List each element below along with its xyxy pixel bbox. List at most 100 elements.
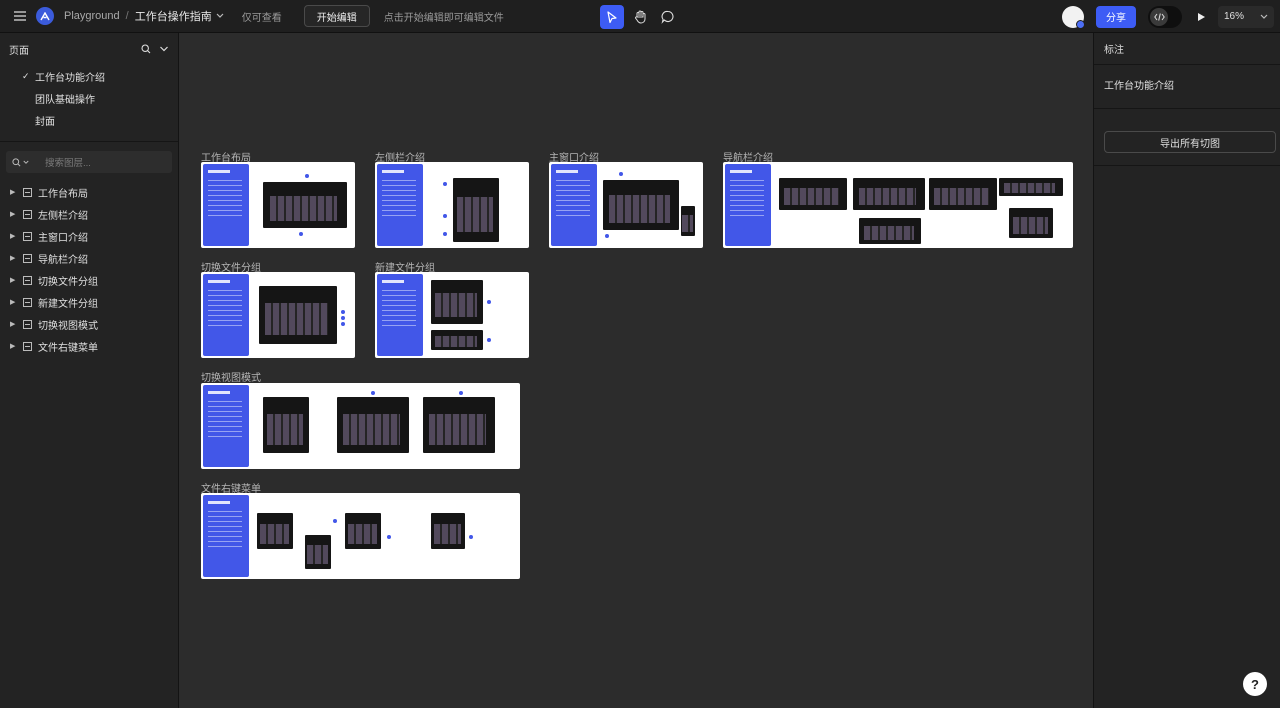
screenshot-thumbnail	[431, 280, 483, 324]
layer-label: 左侧栏介绍	[38, 210, 88, 222]
top-toolbar: Playground / 工作台操作指南 仅可查看 开始编辑 点击开始编辑即可编…	[0, 0, 1280, 33]
annotation-dot	[487, 300, 491, 304]
annotation-dot	[341, 316, 345, 320]
expand-caret-icon[interactable]: ▶	[10, 298, 18, 306]
frame-icon	[23, 187, 32, 197]
frame-icon	[23, 341, 32, 351]
frame-left-sidebar[interactable]	[375, 162, 529, 248]
frame-sidebar	[377, 274, 423, 356]
expand-caret-icon[interactable]: ▶	[10, 342, 18, 350]
layer-item[interactable]: ▶ 主窗口介绍	[0, 225, 178, 247]
annotation-dot	[443, 214, 447, 218]
layer-search-input[interactable]: 搜索图层...	[6, 151, 172, 173]
right-sidebar: 标注 工作台功能介绍 导出所有切图 ?	[1093, 33, 1280, 708]
hand-icon	[634, 10, 645, 24]
frame-context-menu[interactable]	[201, 493, 520, 579]
divider	[1094, 165, 1280, 166]
expand-caret-icon[interactable]: ▶	[10, 254, 18, 262]
page-item-workbench[interactable]: ✓ 工作台功能介绍	[0, 65, 178, 87]
frame-sidebar	[725, 164, 771, 246]
screenshot-thumbnail	[263, 397, 309, 453]
layer-search-placeholder: 搜索图层...	[45, 158, 91, 169]
screenshot-thumbnail	[431, 513, 465, 549]
document-title[interactable]: 工作台操作指南	[135, 8, 224, 24]
screenshot-thumbnail	[853, 178, 925, 210]
frame-workbench-layout[interactable]	[201, 162, 355, 248]
screenshot-thumbnail	[999, 178, 1063, 196]
chevron-down-icon	[1260, 14, 1268, 19]
dev-mode-toggle[interactable]	[1148, 5, 1182, 28]
frame-sidebar	[377, 164, 423, 246]
annotation-dot	[605, 234, 609, 238]
share-button[interactable]: 分享	[1096, 5, 1136, 28]
comment-tool[interactable]	[656, 5, 680, 29]
zoom-dropdown[interactable]: 16%	[1218, 5, 1274, 28]
annotation-dot	[371, 391, 375, 395]
layer-label: 切换视图模式	[38, 320, 98, 332]
expand-caret-icon[interactable]: ▶	[10, 210, 18, 218]
comment-icon	[661, 10, 674, 24]
menu-icon[interactable]	[6, 2, 34, 30]
screenshot-thumbnail	[305, 535, 331, 569]
export-slices-button[interactable]: 导出所有切图	[1104, 131, 1276, 153]
layer-item[interactable]: ▶ 新建文件分组	[0, 291, 178, 313]
frame-icon	[23, 319, 32, 329]
user-avatar[interactable]	[1062, 5, 1085, 29]
layer-label: 新建文件分组	[38, 298, 98, 310]
annotation-dot	[443, 232, 447, 236]
page-item-label: 封面	[35, 116, 55, 128]
frame-icon	[23, 275, 32, 285]
screenshot-thumbnail	[681, 206, 695, 236]
frame-label[interactable]: 切换视图模式	[201, 369, 261, 384]
cursor-tool[interactable]	[600, 5, 624, 29]
frame-sidebar	[203, 164, 249, 246]
page-item-team[interactable]: 团队基础操作	[0, 87, 178, 109]
layer-label: 文件右键菜单	[38, 342, 98, 354]
current-page-name: 工作台功能介绍	[1094, 65, 1280, 109]
annotation-dot	[469, 535, 473, 539]
frame-icon	[23, 231, 32, 241]
help-button[interactable]: ?	[1243, 672, 1267, 696]
frame-sidebar	[551, 164, 597, 246]
expand-caret-icon[interactable]: ▶	[10, 188, 18, 196]
frame-main-window[interactable]	[549, 162, 703, 248]
play-icon[interactable]	[1190, 6, 1212, 28]
screenshot-thumbnail	[859, 218, 921, 244]
collapse-chevron-icon[interactable]	[159, 44, 169, 54]
chevron-down-icon	[216, 13, 224, 18]
layer-item[interactable]: ▶ 导航栏介绍	[0, 247, 178, 269]
frame-view-mode[interactable]	[201, 383, 520, 469]
screenshot-thumbnail	[603, 180, 679, 230]
frame-navbar[interactable]	[723, 162, 1073, 248]
screenshot-thumbnail	[263, 182, 347, 228]
layer-item[interactable]: ▶ 工作台布局	[0, 181, 178, 203]
layer-item[interactable]: ▶ 左侧栏介绍	[0, 203, 178, 225]
expand-caret-icon[interactable]: ▶	[10, 320, 18, 328]
frame-sidebar	[203, 495, 249, 577]
frame-new-group[interactable]	[375, 272, 529, 358]
annotation-dot	[341, 310, 345, 314]
search-icon	[12, 157, 21, 166]
divider	[0, 141, 178, 142]
frame-switch-group[interactable]	[201, 272, 355, 358]
expand-caret-icon[interactable]: ▶	[10, 276, 18, 284]
page-item-label: 团队基础操作	[35, 94, 95, 106]
layer-item[interactable]: ▶ 切换文件分组	[0, 269, 178, 291]
layer-item[interactable]: ▶ 切换视图模式	[0, 313, 178, 335]
workspace-breadcrumb[interactable]: Playground	[64, 10, 120, 22]
start-edit-button[interactable]: 开始编辑	[303, 5, 370, 27]
hand-tool[interactable]	[628, 5, 652, 29]
screenshot-thumbnail	[431, 330, 483, 350]
pages-header: 页面	[0, 33, 178, 65]
check-icon: ✓	[22, 70, 30, 81]
search-icon[interactable]	[141, 44, 151, 54]
screenshot-thumbnail	[257, 513, 293, 549]
logo-icon[interactable]	[36, 7, 54, 25]
design-canvas[interactable]: 工作台布局 左侧栏介绍 主窗口介绍 导航栏介绍 切换文件分组 新建文件分组 切换…	[180, 33, 1093, 708]
layer-item[interactable]: ▶ 文件右键菜单	[0, 335, 178, 357]
screenshot-thumbnail	[779, 178, 847, 210]
page-item-cover[interactable]: 封面	[0, 109, 178, 131]
annotation-dot	[341, 322, 345, 326]
expand-caret-icon[interactable]: ▶	[10, 232, 18, 240]
document-title-text: 工作台操作指南	[134, 11, 212, 23]
